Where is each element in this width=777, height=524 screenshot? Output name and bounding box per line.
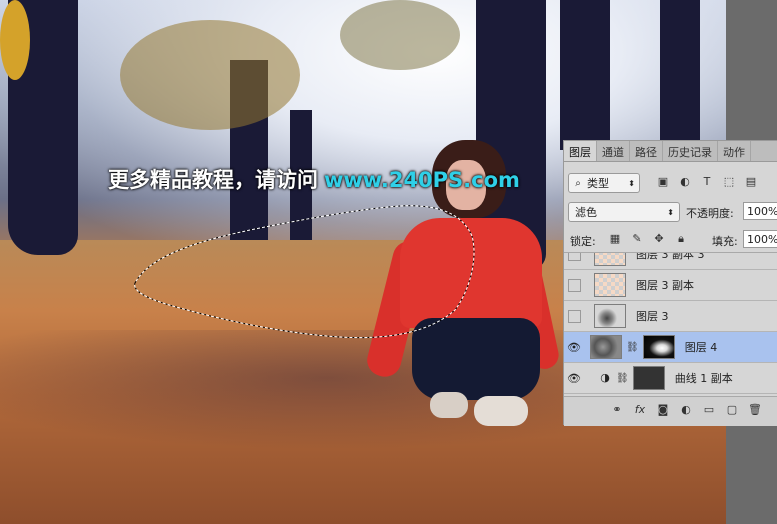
shape-filter-icon[interactable]: ⬚ — [722, 175, 736, 189]
layers-list: 图层 3 副本 3 图层 3 副本 图层 3 👁︎ ⛓︎ 图层 4 👁︎ ◑ ⛓… — [564, 252, 777, 397]
layer-thumbnail — [594, 253, 626, 266]
layer-row[interactable]: 👁︎ ◑ ⛓︎ 曲线 1 副本 — [564, 363, 777, 394]
kind-filter-value: 类型 — [587, 177, 609, 190]
layer-name: 图层 3 副本 — [636, 279, 694, 292]
curves-adjustment-icon: ◑ — [600, 371, 610, 384]
layer-name: 图层 3 副本 3 — [636, 252, 705, 261]
tab-channels[interactable]: 通道 — [597, 141, 630, 161]
tab-actions[interactable]: 动作 — [718, 141, 751, 161]
layer-mask-thumbnail[interactable] — [642, 335, 675, 359]
layer-name: 图层 3 — [636, 310, 669, 323]
lock-all-icon[interactable]: 🔒︎ — [674, 232, 688, 246]
layer-thumbnail — [594, 304, 626, 328]
lock-transparency-icon[interactable]: ▦ — [608, 232, 622, 246]
chevron-updown-icon: ⬍ — [667, 207, 674, 217]
tab-layers[interactable]: 图层 — [564, 141, 597, 161]
layer-thumbnail — [594, 273, 626, 297]
trash-icon[interactable]: 🗑︎ — [748, 403, 762, 416]
layer-name: 曲线 1 副本 — [674, 372, 733, 385]
smart-object-filter-icon[interactable]: ▤ — [744, 175, 758, 189]
watermark-url: www.240PS.com — [324, 168, 520, 192]
layer-row-selected[interactable]: 👁︎ ⛓︎ 图层 4 — [564, 332, 777, 363]
lock-label: 锁定: — [570, 235, 596, 248]
layer-name: 图层 4 — [684, 341, 718, 354]
blend-mode-select[interactable]: 滤色 ⬍ — [568, 202, 680, 222]
layer-row[interactable]: 图层 3 — [564, 301, 777, 332]
link-icon[interactable]: ⚭ — [610, 403, 624, 416]
adjustment-icon[interactable]: ◐ — [679, 403, 693, 416]
chain-link-icon[interactable]: ⛓︎ — [626, 342, 639, 353]
new-layer-icon[interactable]: ▢ — [725, 403, 739, 416]
search-icon: ⌕ — [575, 177, 581, 189]
folder-icon[interactable]: ▭ — [702, 403, 716, 416]
mask-icon[interactable]: ◙ — [656, 403, 670, 416]
layer-mask-thumbnail[interactable] — [632, 366, 665, 390]
opacity-input[interactable]: 100% — [743, 202, 777, 220]
kind-filter-select[interactable]: ⌕ 类型 ⬍ — [568, 173, 640, 193]
lock-brush-icon[interactable]: ✎ — [630, 232, 644, 246]
chain-link-icon[interactable]: ⛓︎ — [616, 373, 629, 384]
visibility-toggle[interactable] — [568, 253, 581, 261]
tab-history[interactable]: 历史记录 — [663, 141, 718, 161]
tab-paths[interactable]: 路径 — [630, 141, 663, 161]
layer-row[interactable]: 图层 3 副本 3 — [564, 252, 777, 270]
lock-icons: ▦ ✎ ✥ 🔒︎ — [608, 232, 688, 246]
fx-icon[interactable]: fx — [633, 403, 647, 416]
pixel-filter-icon[interactable]: ▣ — [656, 175, 670, 189]
eye-icon[interactable]: 👁︎ — [564, 372, 584, 385]
blend-mode-value: 滤色 — [575, 206, 597, 219]
chevron-updown-icon: ⬍ — [628, 178, 635, 188]
watermark: 更多精品教程，请访问 www.240PS.com — [108, 164, 520, 194]
panel-bottom-bar: ⚭ fx ◙ ◐ ▭ ▢ 🗑︎ — [564, 396, 777, 426]
adjustment-filter-icon[interactable]: ◐ — [678, 175, 692, 189]
filter-icons: ▣ ◐ T ⬚ ▤ — [656, 175, 758, 189]
fill-label: 填充: — [712, 235, 738, 248]
layer-row[interactable]: 图层 3 副本 — [564, 270, 777, 301]
lock-move-icon[interactable]: ✥ — [652, 232, 666, 246]
watermark-text: 更多精品教程，请访问 — [108, 168, 318, 192]
panel-tabs: 图层 通道 路径 历史记录 动作 — [564, 141, 777, 162]
layer-thumbnail — [590, 335, 622, 359]
bottom-icons: ⚭ fx ◙ ◐ ▭ ▢ 🗑︎ — [610, 403, 762, 416]
visibility-toggle[interactable] — [568, 309, 581, 323]
visibility-toggle[interactable] — [568, 278, 581, 292]
fill-input[interactable]: 100% — [743, 230, 777, 248]
eye-icon[interactable]: 👁︎ — [564, 341, 584, 354]
type-filter-icon[interactable]: T — [700, 175, 714, 189]
opacity-label: 不透明度: — [686, 207, 734, 220]
layers-panel: 图层 通道 路径 历史记录 动作 ⌕ 类型 ⬍ ▣ ◐ T ⬚ ▤ 滤色 ⬍ 不… — [563, 140, 777, 426]
